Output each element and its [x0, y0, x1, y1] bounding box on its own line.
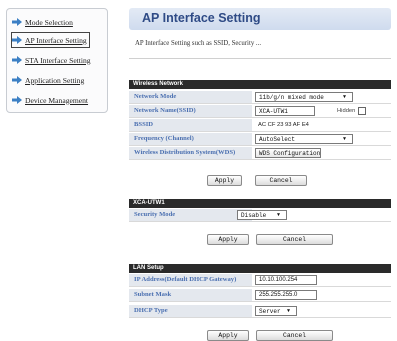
security-apply-button[interactable]: Apply [207, 234, 249, 245]
network-mode-select[interactable]: 11b/g/n mixed mode ▼ [255, 92, 353, 102]
security-mode-value: Disable [241, 212, 267, 219]
dropdown-caret-icon: ▼ [286, 308, 290, 314]
dhcp-type-row: DHCP Type Server ▼ [129, 305, 391, 318]
ip-address-input[interactable]: 10.10.100.254 [255, 275, 317, 285]
bssid-row: BSSID AC CF 23 93 AF E4 [129, 119, 391, 132]
channel-value: AutoSelect [259, 136, 296, 143]
subnet-mask-label: Subnet Mask [129, 289, 252, 301]
channel-label: Frequency (Channel) [129, 133, 252, 145]
bssid-value: AC CF 23 93 AF E4 [258, 122, 309, 128]
bssid-label: BSSID [129, 119, 252, 131]
ip-address-row: IP Address(Default DHCP Gateway) 10.10.1… [129, 274, 391, 287]
arrow-right-icon [12, 76, 22, 84]
ssid-label: Network Name(SSID) [129, 105, 252, 117]
ssid-input[interactable]: XCA-UTW1 [255, 106, 315, 116]
security-header: XCA-UTW1 [129, 199, 391, 208]
dhcp-type-select[interactable]: Server ▼ [255, 306, 297, 316]
wireless-cancel-button[interactable]: Cancel [255, 175, 307, 186]
sidebar-item-mode-selection[interactable]: Mode Selection [12, 15, 73, 29]
channel-select[interactable]: AutoSelect ▼ [255, 134, 353, 144]
lan-setup-header: LAN Setup [129, 264, 391, 273]
network-mode-value: 11b/g/n mixed mode [259, 94, 324, 101]
arrow-right-icon [12, 96, 22, 104]
dhcp-type-label: DHCP Type [129, 305, 252, 317]
arrow-right-icon [12, 56, 22, 64]
arrow-right-icon [12, 18, 22, 26]
lan-cancel-button[interactable]: Cancel [256, 330, 333, 341]
sidebar-item-label: Mode Selection [25, 17, 73, 27]
arrow-right-icon [12, 36, 22, 44]
page-title-banner: AP Interface Setting [129, 8, 391, 30]
hidden-ssid-option[interactable]: Hidden [337, 105, 367, 117]
network-mode-row: Network Mode 11b/g/n mixed mode ▼ [129, 91, 391, 104]
wds-configuration-button[interactable]: WDS Configuration [255, 148, 321, 158]
hidden-label: Hidden [337, 108, 356, 114]
wireless-network-header: Wireless Network [129, 80, 391, 89]
sidebar-item-label: Device Management [25, 95, 89, 105]
subnet-mask-row: Subnet Mask 255.255.255.0 [129, 289, 391, 302]
sidebar-item-label: AP Interface Setting [25, 35, 87, 45]
sidebar-item-label: STA Interface Setting [25, 55, 91, 65]
hidden-checkbox[interactable] [358, 107, 367, 115]
ssid-value: XCA-UTW1 [259, 108, 288, 115]
security-mode-select[interactable]: Disable ▼ [237, 210, 287, 220]
sidebar-item-device-management[interactable]: Device Management [12, 93, 88, 107]
wds-label: Wireless Distribution System(WDS) [129, 147, 252, 159]
ssid-row: Network Name(SSID) XCA-UTW1 Hidden [129, 105, 391, 118]
security-mode-row: Security Mode Disable ▼ [129, 209, 391, 222]
sidebar-item-label: Application Setting [25, 75, 85, 85]
subnet-mask-input[interactable]: 255.255.255.0 [255, 290, 317, 300]
ip-address-label: IP Address(Default DHCP Gateway) [129, 274, 252, 286]
page-title: AP Interface Setting [142, 11, 261, 25]
dropdown-caret-icon: ▼ [342, 94, 346, 100]
sidebar-item-ap-interface[interactable]: AP Interface Setting [11, 32, 90, 48]
sidebar-item-sta-interface[interactable]: STA Interface Setting [12, 53, 91, 67]
wds-row: Wireless Distribution System(WDS) WDS Co… [129, 147, 391, 160]
network-mode-label: Network Mode [129, 91, 252, 103]
wireless-apply-button[interactable]: Apply [207, 175, 242, 186]
dropdown-caret-icon: ▼ [276, 212, 280, 218]
security-mode-label: Security Mode [129, 209, 252, 221]
dhcp-type-value: Server [259, 308, 281, 315]
dropdown-caret-icon: ▼ [342, 136, 346, 142]
ip-address-value: 10.10.100.254 [259, 277, 298, 283]
security-cancel-button[interactable]: Cancel [256, 234, 333, 245]
divider [129, 58, 391, 59]
channel-row: Frequency (Channel) AutoSelect ▼ [129, 133, 391, 146]
lan-apply-button[interactable]: Apply [207, 330, 249, 341]
subnet-mask-value: 255.255.255.0 [259, 292, 298, 298]
wds-value: WDS Configuration [259, 150, 321, 157]
page-description: AP Interface Setting such as SSID, Secur… [135, 40, 262, 47]
sidebar-item-application[interactable]: Application Setting [12, 73, 84, 87]
sidebar-nav: Mode Selection AP Interface Setting STA … [6, 8, 108, 113]
